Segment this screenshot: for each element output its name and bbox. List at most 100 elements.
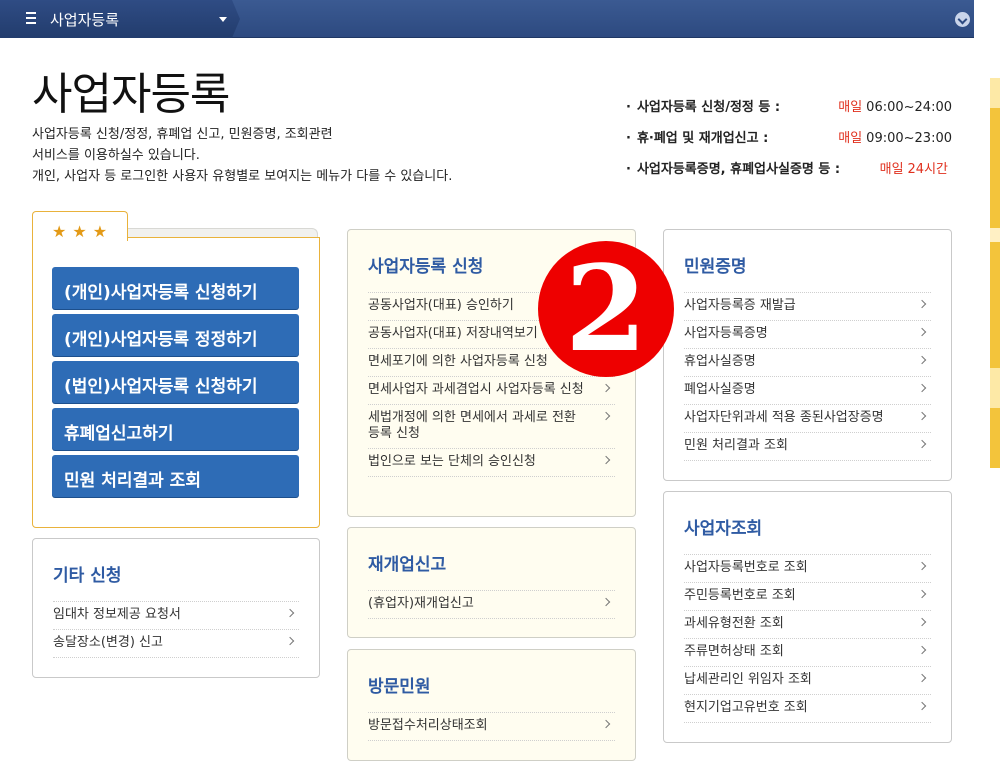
chevron-right-icon [917,589,927,599]
hours-label: 사업자등록증명, 휴폐업사실증명 등 : [626,158,840,177]
list-item[interactable]: 과세유형전환 조회 [684,611,931,639]
chevron-right-icon [601,411,611,421]
list-item-label[interactable]: (휴업자)재개업신고 [368,596,474,611]
panel-title: 사업자조회 [684,519,763,539]
complaint-result-button[interactable]: 민원 처리결과 조회 [52,455,299,497]
list-item-label[interactable]: 면세사업자 과세겸업시 사업자등록 신청 [368,382,584,397]
certificate-panel: 민원증명 사업자등록증 재발급 사업자등록증명 휴업사실증명 폐업사실증명 사업… [663,229,952,481]
list-item[interactable]: 사업자등록증 재발급 [684,293,931,321]
apply-corporate-registration-button[interactable]: (법인)사업자등록 신청하기 [52,361,299,403]
list-item-label[interactable]: 폐업사실증명 [684,382,756,397]
list-item-label[interactable]: 공동사업자(대표) 저장내역보기 [368,326,538,341]
list-item[interactable]: 주민등록번호로 조회 [684,583,931,611]
breadcrumb-label[interactable]: 사업자등록 [50,9,119,30]
closure-report-button[interactable]: 휴폐업신고하기 [52,408,299,450]
list-item[interactable]: 법인으로 보는 단체의 승인신청 [368,449,615,477]
hours-time: 06:00~24:00 [866,100,952,115]
list-item-label[interactable]: 세법개정에 의한 면세에서 과세로 전환 등록 신청 [368,410,576,441]
hamburger-menu-icon[interactable] [26,12,36,24]
breadcrumb-dropdown[interactable]: 사업자등록 [0,0,240,38]
chevron-right-icon [917,673,927,683]
hours-value: 매일 24시간 [880,158,952,177]
chevron-right-icon [917,355,927,365]
hours-value: 매일 06:00~24:00 [838,96,952,115]
list-item[interactable]: 주류면허상태 조회 [684,639,931,667]
list-item-label[interactable]: 임대차 정보제공 요청서 [53,607,181,622]
list-item[interactable]: 납세관리인 위임자 조회 [684,667,931,695]
list-item-label[interactable]: 휴업사실증명 [684,354,756,369]
list-item-label[interactable]: 방문접수처리상태조회 [368,718,488,733]
chevron-right-icon [917,383,927,393]
list-item[interactable]: 임대차 정보제공 요청서 [53,602,299,630]
chevron-right-icon [917,411,927,421]
hours-row: 사업자등록 신청/정정 등 : 매일06:00~24:00 [626,96,952,127]
top-nav-bar: 사업자등록 [0,0,974,38]
list-item-label[interactable]: 사업자단위과세 적용 종된사업장증명 [684,410,884,425]
chevron-right-icon [601,719,611,729]
list-item[interactable]: 송달장소(변경) 신고 [53,630,299,658]
list-item[interactable]: 휴업사실증명 [684,349,931,377]
step-number-badge: 2 [538,241,674,377]
hours-row: 휴·폐업 및 재개업신고 : 매일09:00~23:00 [626,127,952,158]
list-item[interactable]: 사업자등록증명 [684,321,931,349]
chevron-right-icon [917,561,927,571]
correct-individual-registration-button[interactable]: (개인)사업자등록 정정하기 [52,314,299,356]
apply-individual-registration-button[interactable]: (개인)사업자등록 신청하기 [52,267,299,309]
visit-panel: 방문민원 방문접수처리상태조회 [347,649,636,761]
list-item[interactable]: 민원 처리결과 조회 [684,433,931,461]
panel-title: 재개업신고 [368,555,447,575]
list-item[interactable]: 사업자등록번호로 조회 [684,555,931,583]
chevron-right-icon [917,299,927,309]
list-item[interactable]: 방문접수처리상태조회 [368,713,615,741]
description-line: 서비스를 이용하실수 있습니다. [32,148,200,163]
quick-menu-tab[interactable] [990,368,1000,408]
caret-down-icon[interactable] [219,17,227,22]
list-item-label[interactable]: 사업자등록증 재발급 [684,298,796,313]
list-item[interactable]: 사업자단위과세 적용 종된사업장증명 [684,405,931,433]
hours-time: 24시간 [907,162,948,177]
list-item[interactable]: 면세사업자 과세겸업시 사업자등록 신청 [368,377,615,405]
list-item-label[interactable]: 주류면허상태 조회 [684,644,784,659]
list-item-label[interactable]: 납세관리인 위임자 조회 [684,672,812,687]
list-item-label[interactable]: 면세포기에 의한 사업자등록 신청 [368,354,548,369]
page-description: 사업자등록 신청/정정, 휴폐업 신고, 민원증명, 조회관련 서비스를 이용하… [32,124,452,187]
hours-daily: 매일 [879,162,904,177]
chevron-right-icon [601,383,611,393]
chevron-right-icon [601,597,611,607]
expand-menu-icon[interactable] [955,12,970,27]
list-item-label[interactable]: 송달장소(변경) 신고 [53,635,163,650]
list-item-label[interactable]: 공동사업자(대표) 승인하기 [368,298,514,313]
other-requests-panel: 기타 신청 임대차 정보제공 요청서 송달장소(변경) 신고 [32,538,320,678]
chevron-right-icon [917,645,927,655]
list-item[interactable]: 폐업사실증명 [684,377,931,405]
list-item-label[interactable]: 사업자등록번호로 조회 [684,560,808,575]
chevron-right-icon [917,617,927,627]
panel-title: 방문민원 [368,677,431,697]
hours-time: 09:00~23:00 [866,131,952,146]
reopen-panel: 재개업신고 (휴업자)재개업신고 [347,527,636,638]
quick-menu-tab[interactable] [990,228,1000,242]
list-item-label[interactable]: 법인으로 보는 단체의 승인신청 [368,454,536,469]
list-item-label[interactable]: 주민등록번호로 조회 [684,588,796,603]
chevron-right-icon [917,439,927,449]
list-item-label[interactable]: 민원 처리결과 조회 [684,438,788,453]
hours-daily: 매일 [838,100,863,115]
list-item[interactable]: 세법개정에 의한 면세에서 과세로 전환 등록 신청 [368,405,615,449]
quick-menu-tab[interactable] [990,78,1000,108]
panel-title: 사업자등록 신청 [368,257,484,277]
right-quick-menu[interactable] [990,78,1000,468]
list-item-label[interactable]: 현지기업고유번호 조회 [684,700,808,715]
description-line: 사업자등록 신청/정정, 휴폐업 신고, 민원증명, 조회관련 [32,127,333,142]
hours-value: 매일 09:00~23:00 [838,127,952,146]
panel-title: 민원증명 [684,257,747,277]
list-item-label[interactable]: 과세유형전환 조회 [684,616,784,631]
chevron-right-icon [285,636,295,646]
list-item[interactable]: 현지기업고유번호 조회 [684,695,931,723]
list-item-label[interactable]: 사업자등록증명 [684,326,768,341]
list-item[interactable]: (휴업자)재개업신고 [368,591,615,619]
chevron-right-icon [917,701,927,711]
hours-daily: 매일 [838,131,863,146]
service-hours: 사업자등록 신청/정정 등 : 매일06:00~24:00 휴·폐업 및 재개업… [626,96,952,189]
hours-label: 사업자등록 신청/정정 등 : [626,96,780,115]
favorites-tab[interactable]: ★★★ [32,211,128,241]
